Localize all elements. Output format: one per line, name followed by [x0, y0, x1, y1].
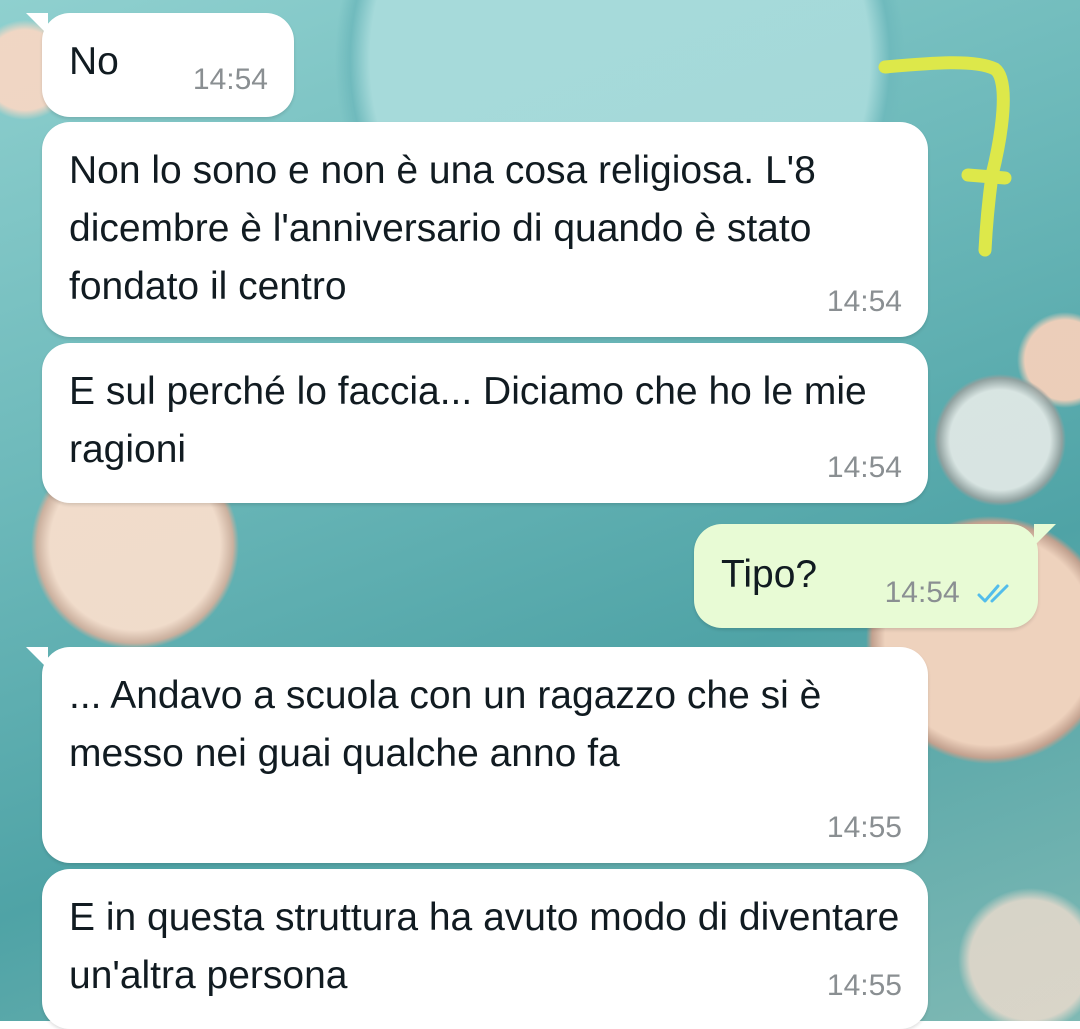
incoming-message[interactable]: No 14:54 — [26, 13, 294, 117]
incoming-message[interactable]: E sul perché lo faccia... Diciamo che ho… — [42, 343, 928, 503]
incoming-message[interactable]: Non lo sono e non è una cosa religiosa. … — [42, 122, 928, 337]
message-time: 14:55 — [826, 969, 902, 1002]
message-time: 14:54 — [885, 576, 1016, 610]
message-time: 14:54 — [192, 63, 268, 96]
message-text: E in questa struttura ha avuto modo di d… — [69, 896, 911, 997]
bubble-tail — [26, 13, 48, 35]
message-time-value: 14:54 — [884, 576, 960, 609]
message-time: 14:54 — [826, 285, 902, 318]
message-text: ... Andavo a scuola con un ragazzo che s… — [69, 674, 833, 775]
message-time: 14:55 — [826, 811, 902, 844]
bubble-tail — [1034, 524, 1056, 546]
incoming-message[interactable]: E in questa struttura ha avuto modo di d… — [42, 869, 928, 1029]
message-text: Non lo sono e non è una cosa religiosa. … — [69, 149, 827, 308]
message-text: E sul perché lo faccia... Diciamo che ho… — [69, 370, 878, 471]
bubble-tail — [26, 647, 48, 669]
incoming-message[interactable]: ... Andavo a scuola con un ragazzo che s… — [26, 647, 928, 863]
message-time: 14:54 — [826, 451, 902, 484]
double-check-read-icon — [977, 584, 1009, 603]
outgoing-message[interactable]: Tipo? 14:54 — [694, 524, 1056, 628]
